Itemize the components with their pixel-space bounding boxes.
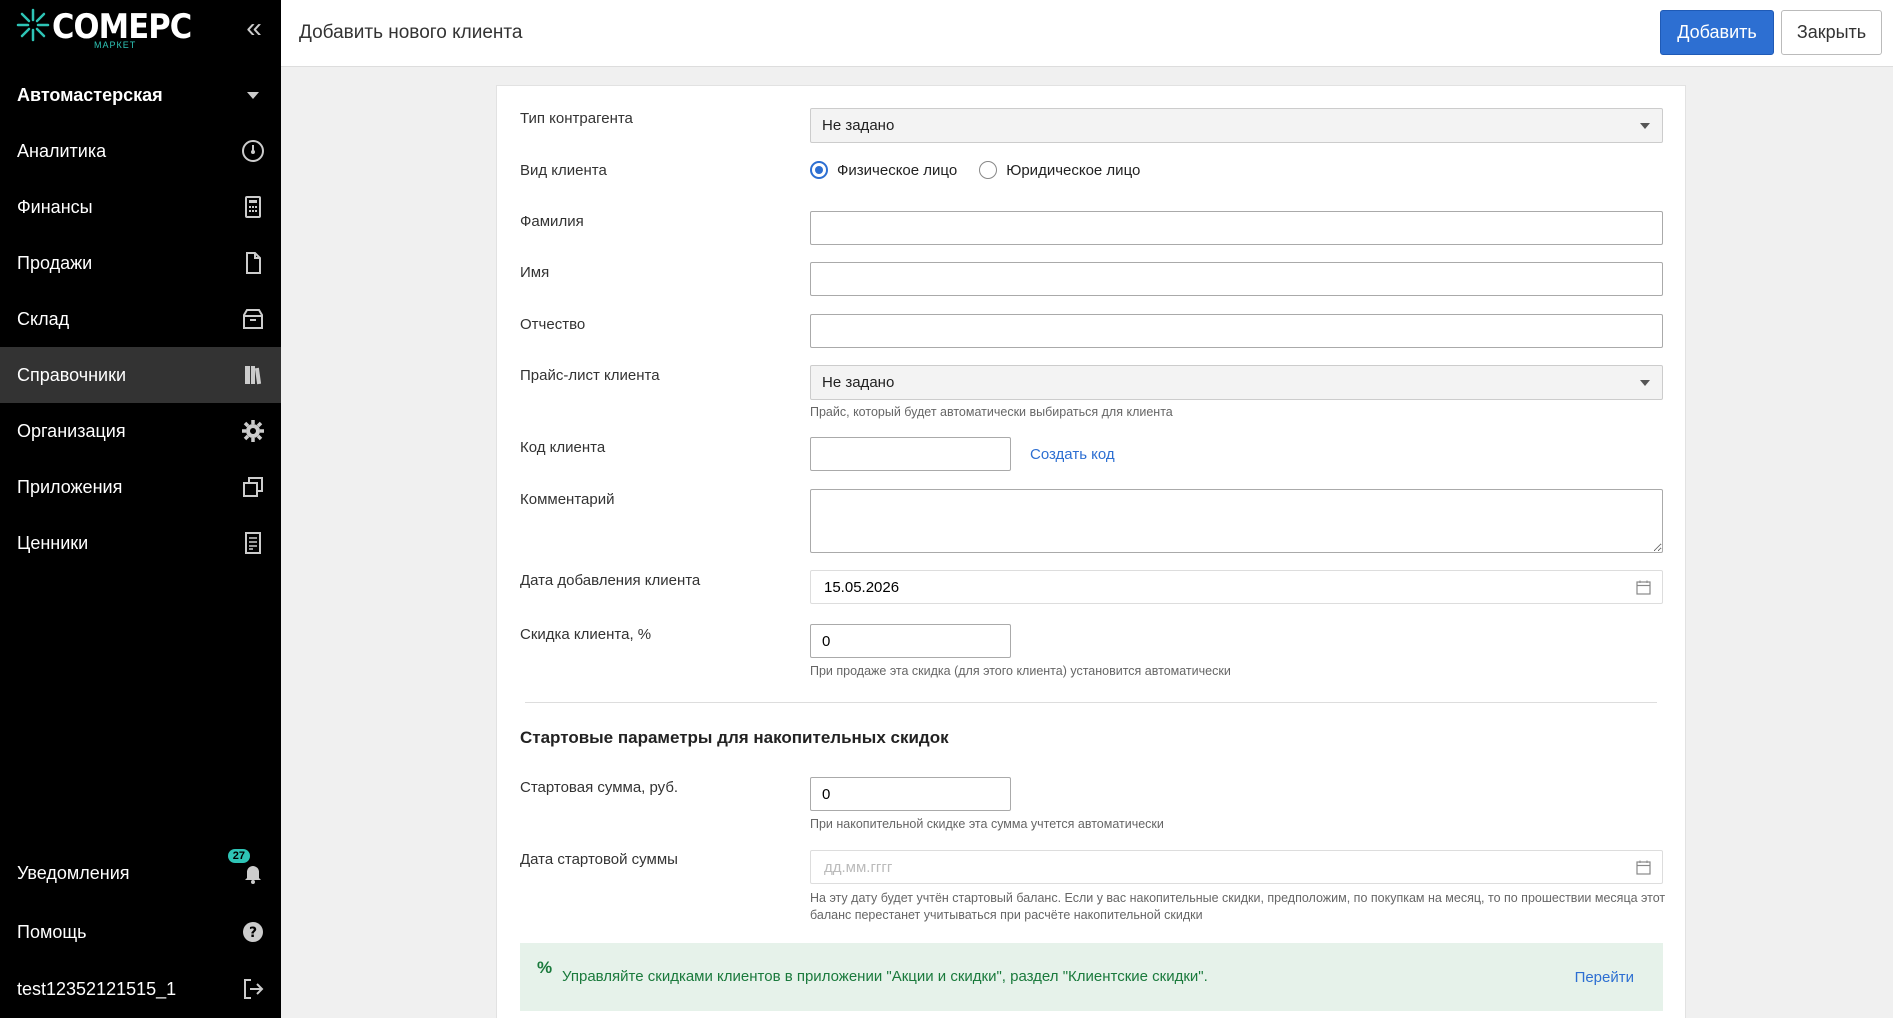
sidebar-item-label: Ценники bbox=[17, 532, 89, 553]
logout-icon bbox=[244, 979, 264, 999]
document-icon bbox=[246, 252, 261, 274]
radio-legal-entity[interactable] bbox=[979, 161, 998, 179]
sidebar-item-label: Аналитика bbox=[17, 140, 107, 161]
windows-icon bbox=[243, 477, 263, 497]
sidebar-item-applications[interactable]: Приложения bbox=[0, 459, 281, 515]
client-kind-radio-group: Физическое лицо Юридическое лицо bbox=[810, 161, 1140, 179]
price-list-select[interactable]: Не задано bbox=[810, 365, 1663, 400]
client-code-label: Код клиента bbox=[520, 439, 606, 456]
middle-name-input[interactable] bbox=[810, 314, 1663, 348]
workspace-selector[interactable]: Автомастерская bbox=[0, 67, 281, 123]
book-icon bbox=[245, 366, 262, 385]
page-header: Добавить нового клиента Добавить Закрыть bbox=[281, 0, 1893, 67]
caret-down-icon bbox=[1640, 380, 1650, 386]
caret-down-icon bbox=[247, 92, 259, 99]
sidebar-item-label: Финансы bbox=[17, 196, 93, 217]
start-sum-date-input[interactable] bbox=[810, 850, 1663, 884]
discounts-promo-banner: % Управляйте скидками клиентов в приложе… bbox=[520, 943, 1663, 1011]
svg-text:?: ? bbox=[249, 925, 257, 941]
user-name: test12352121515_1 bbox=[17, 978, 177, 999]
sidebar-item-label: Уведомления bbox=[17, 862, 130, 883]
calendar-icon[interactable] bbox=[1636, 860, 1651, 875]
counterparty-type-label: Тип контрагента bbox=[520, 110, 633, 127]
counterparty-type-value: Не задано bbox=[822, 117, 895, 134]
comment-textarea[interactable] bbox=[810, 489, 1663, 553]
sidebar-item-finance[interactable]: Финансы bbox=[0, 179, 281, 235]
sidebar-item-notifications[interactable]: Уведомления 27 bbox=[0, 845, 281, 901]
section-divider bbox=[525, 702, 1657, 703]
sidebar-item-label: Приложения bbox=[17, 476, 123, 497]
promo-go-link[interactable]: Перейти bbox=[1575, 969, 1634, 986]
promo-text: Управляйте скидками клиентов в приложени… bbox=[562, 968, 1208, 985]
client-form: Тип контрагента Не задано Вид клиента Фи… bbox=[496, 85, 1686, 1018]
sidebar-item-organization[interactable]: Организация bbox=[0, 403, 281, 459]
notifications-badge: 27 bbox=[227, 849, 250, 863]
sidebar-item-user[interactable]: test12352121515_1 bbox=[0, 961, 281, 1017]
discount-hint: При продаже эта скидка (для этого клиент… bbox=[810, 664, 1231, 678]
radio-legal-entity-label[interactable]: Юридическое лицо bbox=[1006, 162, 1140, 179]
start-sum-hint: При накопительной скидке эта сумма учтет… bbox=[810, 817, 1164, 831]
first-name-label: Имя bbox=[520, 264, 550, 281]
price-list-value: Не задано bbox=[822, 374, 895, 391]
discount-label: Скидка клиента, % bbox=[520, 626, 652, 643]
client-code-input[interactable] bbox=[810, 437, 1011, 471]
client-kind-label: Вид клиента bbox=[520, 162, 607, 179]
radio-individual-label[interactable]: Физическое лицо bbox=[837, 162, 957, 179]
counterparty-type-select[interactable]: Не задано bbox=[810, 108, 1663, 143]
sidebar-item-label: Склад bbox=[17, 308, 70, 329]
sidebar-item-price-tags[interactable]: Ценники bbox=[0, 515, 281, 571]
sidebar: СОМЕРС МАРКЕТ « Автомастерская Аналитика… bbox=[0, 0, 281, 1018]
collapse-sidebar-icon[interactable]: « bbox=[240, 14, 268, 44]
star-logo-icon bbox=[16, 8, 50, 42]
last-name-input[interactable] bbox=[810, 211, 1663, 245]
calculator-icon bbox=[245, 196, 261, 218]
accumulative-section-title: Стартовые параметры для накопительных ск… bbox=[520, 728, 949, 747]
sidebar-item-label: Организация bbox=[17, 420, 126, 441]
sidebar-item-directories[interactable]: Справочники bbox=[0, 347, 281, 403]
help-icon: ? bbox=[243, 922, 263, 942]
start-sum-date-label: Дата стартовой суммы bbox=[520, 851, 678, 868]
sidebar-item-help[interactable]: Помощь ? bbox=[0, 904, 281, 960]
discount-input[interactable] bbox=[810, 624, 1011, 658]
start-sum-date-hint: На эту дату будет учтён стартовый баланс… bbox=[810, 891, 1666, 922]
add-button[interactable]: Добавить bbox=[1660, 10, 1774, 55]
caret-down-icon bbox=[1640, 123, 1650, 129]
close-button[interactable]: Закрыть bbox=[1781, 10, 1882, 55]
generate-code-link[interactable]: Создать код bbox=[1030, 446, 1115, 463]
sidebar-item-warehouse[interactable]: Склад bbox=[0, 291, 281, 347]
date-added-field bbox=[810, 570, 1663, 604]
workspace-label: Автомастерская bbox=[17, 84, 163, 105]
last-name-label: Фамилия bbox=[520, 213, 584, 230]
gauge-icon bbox=[242, 140, 264, 162]
sidebar-item-sales[interactable]: Продажи bbox=[0, 235, 281, 291]
receipt-icon bbox=[245, 532, 261, 554]
price-list-label: Прайс-лист клиента bbox=[520, 367, 660, 384]
date-added-label: Дата добавления клиента bbox=[520, 572, 701, 589]
start-sum-input[interactable] bbox=[810, 777, 1011, 811]
price-list-hint: Прайс, который будет автоматически выбир… bbox=[810, 405, 1173, 419]
logo[interactable]: СОМЕРС bbox=[16, 8, 207, 58]
start-sum-label: Стартовая сумма, руб. bbox=[520, 779, 679, 796]
first-name-input[interactable] bbox=[810, 262, 1663, 296]
percent-icon: % bbox=[537, 958, 553, 977]
middle-name-label: Отчество bbox=[520, 316, 586, 333]
sidebar-item-analytics[interactable]: Аналитика bbox=[0, 123, 281, 179]
bell-icon bbox=[245, 866, 261, 884]
sidebar-item-label: Справочники bbox=[17, 364, 127, 385]
start-sum-date-field bbox=[810, 850, 1663, 884]
comment-label: Комментарий bbox=[520, 491, 615, 508]
sidebar-item-label: Продажи bbox=[17, 252, 93, 273]
box-icon bbox=[243, 309, 263, 329]
logo-subtitle: МАРКЕТ bbox=[94, 40, 137, 50]
gear-icon bbox=[242, 420, 264, 442]
date-added-input[interactable] bbox=[810, 570, 1663, 604]
radio-individual[interactable] bbox=[810, 161, 828, 179]
calendar-icon[interactable] bbox=[1636, 580, 1651, 595]
sidebar-item-label: Помощь bbox=[17, 921, 87, 942]
page-title: Добавить нового клиента bbox=[299, 22, 523, 43]
